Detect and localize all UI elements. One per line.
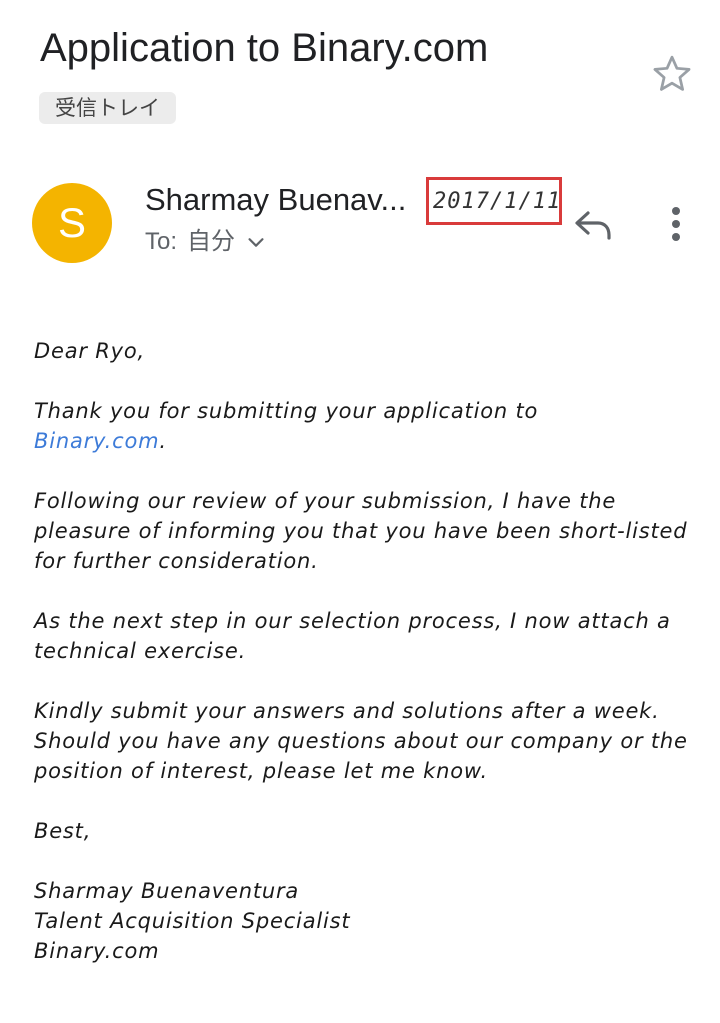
chevron-down-icon[interactable] <box>245 231 267 253</box>
recipient-value: 自分 <box>187 228 236 255</box>
paragraph-1-end: . <box>159 429 167 453</box>
reply-icon[interactable] <box>572 205 616 245</box>
paragraph-2: Following our review of your submission,… <box>34 489 688 573</box>
paragraph-1: Thank you for submitting your applicatio… <box>34 396 694 456</box>
sender-avatar[interactable]: S <box>32 183 112 263</box>
to-prefix: To: <box>145 228 178 255</box>
signature-name: Sharmay Buenaventura <box>34 879 300 903</box>
star-icon[interactable] <box>650 52 694 96</box>
signature-company: Binary.com <box>34 939 160 963</box>
more-vert-icon[interactable] <box>664 202 688 248</box>
email-body: Dear Ryo, Thank you for submitting your … <box>34 336 694 966</box>
paragraph-4: Kindly submit your answers and solutions… <box>34 699 688 783</box>
email-date: 2017/1/11 <box>433 189 562 214</box>
signature: Sharmay Buenaventura Talent Acquisition S… <box>34 876 694 966</box>
binary-link[interactable]: Binary.com <box>34 429 159 453</box>
paragraph-1-text: Thank you for submitting your applicatio… <box>34 399 539 423</box>
email-subject: Application to Binary.com <box>40 26 489 70</box>
sender-name[interactable]: Sharmay Buenav... <box>145 180 406 220</box>
paragraph-3: As the next step in our selection proces… <box>34 609 671 663</box>
signature-title: Talent Acquisition Specialist <box>34 909 351 933</box>
recipient-line[interactable]: To: 自分 <box>145 226 267 258</box>
closing: Best, <box>34 819 92 843</box>
inbox-label-chip[interactable]: 受信トレイ <box>39 92 176 124</box>
greeting: Dear Ryo, <box>34 339 146 363</box>
